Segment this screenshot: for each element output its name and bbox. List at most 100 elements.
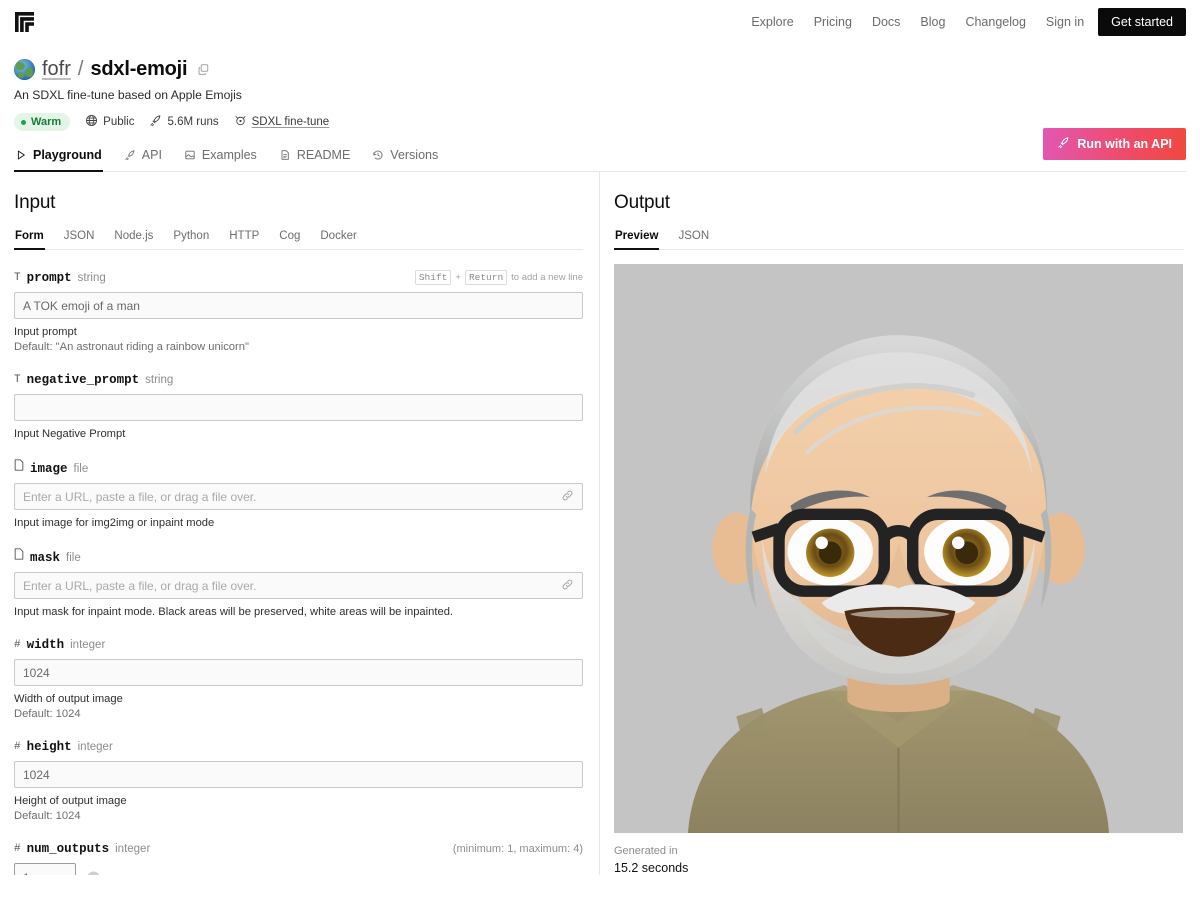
field-width-header: # width integer bbox=[14, 638, 583, 652]
replicate-model-page: Explore Pricing Docs Blog Changelog Sign… bbox=[0, 0, 1200, 903]
status-badge-label: Warm bbox=[31, 116, 62, 128]
nav-link-pricing[interactable]: Pricing bbox=[814, 15, 852, 29]
field-height-help: Height of output image bbox=[14, 795, 127, 807]
width-input[interactable]: 1024 bbox=[14, 659, 583, 686]
link-icon[interactable] bbox=[561, 489, 574, 505]
globe-icon bbox=[85, 114, 98, 130]
get-started-button[interactable]: Get started bbox=[1098, 8, 1186, 36]
output-format-tabs: Preview JSON bbox=[614, 228, 1184, 250]
shift-return-hint: Shift + Return to add a new line bbox=[414, 270, 583, 285]
kbd-return: Return bbox=[464, 270, 508, 285]
field-mask-help: Input mask for inpaint mode. Black areas… bbox=[14, 606, 454, 618]
subtab-json[interactable]: JSON bbox=[63, 228, 96, 250]
kbd-plus: + bbox=[455, 272, 461, 283]
number-type-icon: # bbox=[14, 639, 21, 651]
tab-versions[interactable]: Versions bbox=[371, 144, 439, 172]
field-height-label: # height integer bbox=[14, 740, 113, 754]
field-negative-prompt-label: T negative_prompt string bbox=[14, 373, 173, 387]
subtab-cog[interactable]: Cog bbox=[278, 228, 301, 250]
field-width-label: # width integer bbox=[14, 638, 105, 652]
field-num-outputs-range: (minimum: 1, maximum: 4) bbox=[452, 843, 583, 855]
field-negative-prompt-type: string bbox=[145, 374, 174, 386]
fine-tune-icon bbox=[234, 114, 247, 130]
nav-link-sign-in[interactable]: Sign in bbox=[1046, 15, 1084, 29]
field-prompt-label: T prompt string bbox=[14, 271, 106, 285]
nav-link-explore[interactable]: Explore bbox=[751, 15, 793, 29]
tab-readme[interactable]: README bbox=[278, 144, 351, 172]
field-image-type: file bbox=[73, 463, 89, 475]
link-icon[interactable] bbox=[561, 578, 574, 594]
field-image-label: image file bbox=[14, 459, 89, 476]
input-panel: Input Form JSON Node.js Python HTTP Cog … bbox=[0, 172, 600, 875]
rocket-icon bbox=[124, 149, 136, 161]
kbd-hint-text: to add a new line bbox=[511, 272, 583, 283]
field-height-default: Default: 1024 bbox=[14, 810, 81, 822]
field-image-header: image file bbox=[14, 459, 583, 476]
image-icon bbox=[184, 149, 196, 161]
subtab-python[interactable]: Python bbox=[172, 228, 210, 250]
field-mask-label: mask file bbox=[14, 548, 81, 565]
image-file-placeholder: Enter a URL, paste a file, or drag a fil… bbox=[23, 489, 257, 504]
field-mask-type: file bbox=[66, 552, 81, 564]
owner-avatar-icon[interactable] bbox=[14, 59, 35, 80]
field-num-outputs-label: # num_outputs integer bbox=[14, 842, 150, 856]
subtab-output-json[interactable]: JSON bbox=[677, 228, 710, 250]
prompt-input[interactable]: A TOK emoji of a man bbox=[14, 292, 583, 319]
field-negative-prompt-help: Input Negative Prompt bbox=[14, 428, 126, 440]
nav-link-blog[interactable]: Blog bbox=[920, 15, 945, 29]
tab-playground-label: Playground bbox=[33, 148, 102, 162]
generated-in-label: Generated in bbox=[614, 845, 678, 857]
subtab-preview[interactable]: Preview bbox=[614, 228, 660, 250]
subtab-form[interactable]: Form bbox=[14, 228, 45, 250]
copy-icon[interactable] bbox=[194, 63, 210, 76]
nav-links: Explore Pricing Docs Blog Changelog Sign… bbox=[751, 15, 1084, 29]
image-file-input[interactable]: Enter a URL, paste a file, or drag a fil… bbox=[14, 483, 583, 510]
tab-versions-label: Versions bbox=[390, 148, 439, 162]
field-mask: mask file Enter a URL, paste a file, or … bbox=[14, 548, 583, 618]
replicate-logo-icon[interactable] bbox=[12, 9, 38, 35]
output-image-container[interactable] bbox=[614, 264, 1183, 833]
field-num-outputs-name: num_outputs bbox=[26, 842, 110, 856]
nav-link-changelog[interactable]: Changelog bbox=[965, 15, 1025, 29]
subtab-docker[interactable]: Docker bbox=[319, 228, 357, 250]
subtab-nodejs[interactable]: Node.js bbox=[113, 228, 154, 250]
tab-readme-label: README bbox=[296, 148, 351, 162]
rocket-icon bbox=[149, 114, 162, 130]
negative-prompt-input[interactable] bbox=[14, 394, 583, 421]
field-prompt: T prompt string Shift + Return to add a … bbox=[14, 270, 583, 353]
num-outputs-row: 1 bbox=[14, 863, 583, 875]
field-prompt-help: Input prompt bbox=[14, 326, 77, 338]
tab-api-label: API bbox=[141, 148, 162, 162]
output-image bbox=[614, 264, 1183, 833]
page-title: sdxl-emoji bbox=[90, 58, 188, 80]
field-height-header: # height integer bbox=[14, 740, 583, 754]
tab-examples[interactable]: Examples bbox=[183, 144, 258, 172]
tab-api[interactable]: API bbox=[123, 144, 163, 172]
width-input-value: 1024 bbox=[23, 665, 50, 680]
field-width-name: width bbox=[26, 638, 65, 652]
num-outputs-input[interactable]: 1 bbox=[14, 863, 76, 875]
mask-file-input[interactable]: Enter a URL, paste a file, or drag a fil… bbox=[14, 572, 583, 599]
field-prompt-default: Default: "An astronaut riding a rainbow … bbox=[14, 341, 249, 353]
text-type-icon: T bbox=[14, 374, 21, 386]
field-image-help: Input image for img2img or inpaint mode bbox=[14, 517, 215, 529]
subtab-http[interactable]: HTTP bbox=[228, 228, 260, 250]
visibility-badge: Public bbox=[85, 114, 134, 130]
height-input[interactable]: 1024 bbox=[14, 761, 583, 788]
model-type-badge[interactable]: SDXL fine-tune bbox=[234, 114, 329, 130]
slider-thumb[interactable] bbox=[87, 871, 100, 875]
file-type-icon bbox=[14, 459, 24, 475]
field-num-outputs-header: # num_outputs integer (minimum: 1, maxim… bbox=[14, 842, 583, 856]
title-separator: / bbox=[77, 58, 84, 80]
status-dot-icon bbox=[21, 119, 26, 125]
number-type-icon: # bbox=[14, 843, 21, 855]
output-panel-title: Output bbox=[614, 192, 670, 213]
field-height: # height integer 1024 Height of output i… bbox=[14, 740, 583, 822]
prompt-input-value: A TOK emoji of a man bbox=[23, 298, 140, 313]
field-prompt-type: string bbox=[77, 271, 106, 284]
model-owner-link[interactable]: fofr bbox=[42, 58, 71, 81]
nav-link-docs[interactable]: Docs bbox=[872, 15, 900, 29]
tab-playground[interactable]: Playground bbox=[14, 144, 103, 172]
field-prompt-name: prompt bbox=[26, 270, 72, 285]
input-panel-title: Input bbox=[14, 192, 56, 213]
